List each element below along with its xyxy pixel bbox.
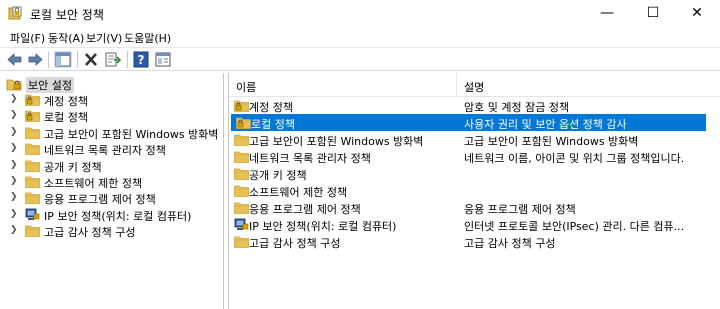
list-row-description: 사용자 권리 및 보안 옵션 정책 감사 [464,118,627,131]
svg-text:?: ? [138,53,145,67]
folder-icon [234,150,249,163]
list-row[interactable]: 응용 프로그램 제어 정책 응용 프로그램 제어 정책 [229,199,720,216]
list-row-description: 인터넷 프로토콜 보안(IPsec) 관리. 다른 컴퓨... [464,220,685,233]
folder-lock-icon [25,93,40,106]
help-icon[interactable]: ? [132,51,150,68]
tree-item[interactable]: ❯ IP 보안 정책(위치: 로컬 컴퓨터) [0,207,223,223]
menu-view[interactable]: 보기(V) [86,30,122,46]
list-pane[interactable]: 이름 설명 계정 정책 암호 및 계정 잠금 정책로컬 정책 사용자 권리 및 보안… [228,73,720,309]
list-row[interactable]: 고급 보안이 포함된 Windows 방화벽 고급 보안이 포함된 Windows… [229,131,720,148]
list-row-name: 네트워크 목록 관리자 정책 [249,152,371,165]
tree-item-label: 네트워크 목록 관리자 정책 [44,144,166,158]
column-description-header[interactable]: 설명 [464,79,484,95]
window-title: 로컬 보안 정책 [30,8,104,22]
list-row-description: 암호 및 계정 잠금 정책 [464,101,570,114]
tree-item[interactable]: ❯ 로컬 정책 [0,108,223,125]
folder-lock-icon [236,116,251,129]
tree-item[interactable]: ❯ 공개 키 정책 [0,158,223,174]
chevron-right-icon[interactable]: ❯ [10,209,18,219]
tree-item[interactable]: ❯ 네트워크 목록 관리자 정책 [0,141,223,158]
list-row-name: 계정 정책 [249,101,293,114]
list-row[interactable]: 네트워크 목록 관리자 정책 네트워크 이름, 아이콘 및 위치 그룹 정책입니다… [229,148,720,165]
list-row-name: 고급 감사 정책 구성 [249,237,341,250]
forward-arrow-icon[interactable] [26,51,44,68]
tree-item[interactable]: ❯ 계정 정책 [0,92,223,108]
list-row[interactable]: 로컬 정책 사용자 권리 및 보안 옵션 정책 감사 [231,114,706,131]
list-row[interactable]: IP 보안 정책(위치: 로컬 컴퓨터) 인터넷 프로토콜 보안(IPsec) 관… [229,216,720,233]
list-row-name: 로컬 정책 [251,118,295,131]
ip-security-icon [25,208,40,221]
list-row-name: 고급 보안이 포함된 Windows 방화벽 [249,135,424,148]
list-row[interactable]: 계정 정책 암호 및 계정 잠금 정책 [229,97,720,114]
tree-item-label: 소프트웨어 제한 정책 [44,177,143,190]
folder-lock-icon [25,109,40,123]
chevron-right-icon[interactable]: ❯ [10,225,18,235]
close-button[interactable]: ✕ [674,0,720,26]
tree-item-label: 공개 키 정책 [44,160,102,174]
title-bar: 로컬 보안 정책 — ☐ ✕ [0,0,720,26]
menu-action[interactable]: 동작(A) [48,30,84,46]
list-row[interactable]: 고급 감사 정책 구성 고급 감사 정책 구성 [229,233,720,250]
tree-pane[interactable]: 보안 설정 ❯ 계정 정책 ❯ 로컬 정책 ❯ 고급 보안이 포함된 Windows 방화… [0,73,224,309]
list-column-header: 이름 설명 [229,73,720,97]
folder-icon [234,167,249,180]
app-icon [8,6,22,20]
security-settings-icon [6,79,22,91]
back-arrow-icon[interactable] [6,51,24,68]
folder-icon [25,191,40,205]
tree-root-label: 보안 설정 [26,77,74,93]
menu-help[interactable]: 도움말(H) [124,30,171,46]
list-row-name: 응용 프로그램 제어 정책 [249,203,361,216]
tree-item[interactable]: ❯ 고급 보안이 포함된 Windows 방화벽 [0,125,223,141]
chevron-right-icon[interactable]: ❯ [10,94,18,104]
list-row-description: 고급 보안이 포함된 Windows 방화벽 [464,135,639,148]
folder-icon [234,133,249,146]
tree-item[interactable]: ❯ 소프트웨어 제한 정책 [0,174,223,190]
delete-icon[interactable] [82,51,100,68]
chevron-right-icon[interactable]: ❯ [10,143,18,153]
tree-item[interactable]: ❯ 고급 감사 정책 구성 [0,223,223,240]
list-row-description: 네트워크 이름, 아이콘 및 위치 그룹 정책입니다. [464,152,685,165]
chevron-right-icon[interactable]: ❯ [10,176,18,186]
list-row-description: 응용 프로그램 제어 정책 [464,203,576,216]
tree-item-label: 고급 보안이 포함된 Windows 방화벽 [44,127,219,141]
list-row-name: IP 보안 정책(위치: 로컬 컴퓨터) [249,220,397,233]
folder-icon [25,175,40,188]
tree-root-security-settings[interactable]: 보안 설정 [4,76,220,93]
folder-lock-icon [234,99,249,112]
chevron-right-icon[interactable]: ❯ [10,160,18,170]
tree-item-label: 고급 감사 정책 구성 [44,226,136,240]
folder-icon [25,142,40,156]
minimize-button[interactable]: — [584,0,630,26]
list-row-name: 소프트웨어 제한 정책 [249,186,348,199]
toolbar: ? [0,47,720,71]
maximize-button[interactable]: ☐ [630,0,676,26]
list-row[interactable]: 공개 키 정책 [229,165,720,182]
tree-item[interactable]: ❯ 응용 프로그램 제어 정책 [0,190,223,207]
column-name-header[interactable]: 이름 [236,79,256,95]
tree-item-label: IP 보안 정책(위치: 로컬 컴퓨터) [44,209,192,223]
menu-bar: 파일(F) 동작(A) 보기(V) 도움말(H) [0,27,720,47]
folder-icon [234,201,249,214]
folder-icon [25,224,40,238]
tree-item-label: 응용 프로그램 제어 정책 [44,193,156,207]
chevron-right-icon[interactable]: ❯ [10,192,18,202]
list-row-name: 공개 키 정책 [249,169,307,182]
folder-icon [234,235,249,248]
tree-item-label: 계정 정책 [44,95,88,108]
folder-icon [234,184,249,197]
menu-file[interactable]: 파일(F) [10,30,45,46]
export-list-icon[interactable] [104,51,122,68]
tree-item-label: 로컬 정책 [44,111,88,125]
folder-icon [25,159,40,172]
properties-icon[interactable] [154,51,172,68]
folder-icon [25,126,40,139]
list-row[interactable]: 소프트웨어 제한 정책 [229,182,720,199]
chevron-right-icon[interactable]: ❯ [10,127,18,137]
chevron-right-icon[interactable]: ❯ [10,110,18,120]
column-divider[interactable] [456,73,457,97]
ip-security-icon [234,218,249,231]
show-hide-tree-icon[interactable] [54,51,72,68]
list-row-description: 고급 감사 정책 구성 [464,237,556,250]
